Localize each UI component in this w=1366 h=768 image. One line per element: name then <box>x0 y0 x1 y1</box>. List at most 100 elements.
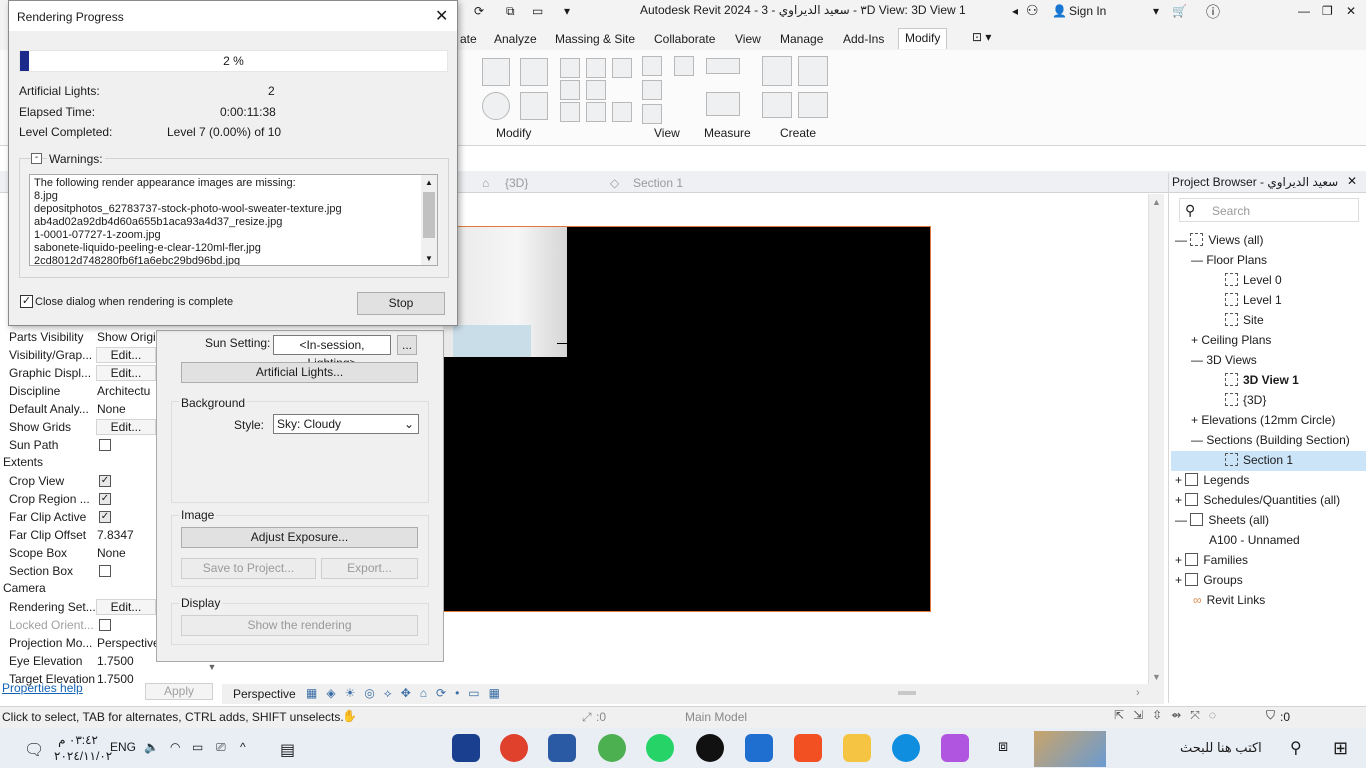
copilot-icon[interactable] <box>941 734 969 762</box>
tree-groups[interactable]: + Groups <box>1175 573 1243 587</box>
warnings-scrollbar[interactable]: ▲ ▼ <box>421 175 437 265</box>
taskbar-search-icon[interactable]: ⚲ <box>1290 738 1302 758</box>
dialog-close-button[interactable]: ✕ <box>435 6 448 26</box>
file-explorer-icon[interactable] <box>843 734 871 762</box>
close-browser-icon[interactable]: ✕ <box>1347 174 1357 188</box>
chrome-icon[interactable] <box>500 734 528 762</box>
property-value[interactable]: Architectu <box>97 384 150 398</box>
minimize-button[interactable]: — <box>1298 4 1310 18</box>
horizontal-scroll-thumb[interactable] <box>898 691 916 695</box>
collapse-warnings-icon[interactable]: - <box>31 153 42 164</box>
tree-3d-views[interactable]: — 3D Views <box>1191 353 1257 367</box>
tree-families[interactable]: + Families <box>1175 553 1248 567</box>
property-checkbox[interactable] <box>99 619 111 631</box>
close-window-button[interactable]: ✕ <box>1346 4 1356 18</box>
linework-icon[interactable] <box>642 80 662 100</box>
browser-search-input[interactable]: ⚲ Search <box>1179 198 1359 222</box>
notification-icon[interactable]: ▤ <box>280 740 295 760</box>
property-category[interactable]: Extents <box>3 455 43 469</box>
tree-legends[interactable]: + Legends <box>1175 473 1249 487</box>
edit-button[interactable]: Edit... <box>96 419 156 435</box>
chevron-down-icon[interactable]: ▾ <box>1153 4 1159 18</box>
wifi-icon[interactable]: ◠ <box>170 740 180 754</box>
tree-ceiling-plans[interactable]: + Ceiling Plans <box>1191 333 1271 347</box>
workset-icon[interactable]: ⤢ <box>582 710 592 725</box>
tree-revit-links[interactable]: ∞ Revit Links <box>1193 593 1265 607</box>
sun-setting-more-button[interactable]: ... <box>397 335 417 355</box>
tab-collaborate[interactable]: Collaborate <box>654 32 715 46</box>
sun-setting-field[interactable]: <In-session, Lighting> <box>273 335 391 370</box>
measure-icon[interactable] <box>706 58 740 74</box>
array-icon[interactable] <box>586 80 606 100</box>
design-option-label[interactable]: Main Model <box>685 710 747 724</box>
tree-site[interactable]: Site <box>1225 313 1264 327</box>
tab-modify[interactable]: Modify <box>898 28 948 49</box>
scale-icon[interactable] <box>560 102 580 122</box>
app-icon[interactable] <box>548 734 576 762</box>
tree-3d-view-1[interactable]: 3D View 1 <box>1225 373 1299 387</box>
user-icon[interactable]: 👤 <box>1052 4 1067 18</box>
scroll-down-icon[interactable]: ▼ <box>1152 672 1161 682</box>
language-indicator[interactable]: ENG <box>110 740 136 754</box>
props-scroll-down-icon[interactable]: ▼ <box>204 662 220 680</box>
stop-button[interactable]: Stop <box>357 292 445 315</box>
create-part-icon[interactable] <box>762 56 792 86</box>
close-when-complete-checkbox[interactable]: ✓ <box>20 295 33 308</box>
apply-button[interactable]: Apply <box>145 683 213 700</box>
save-to-project-button[interactable]: Save to Project... <box>181 558 316 579</box>
tree-section-1[interactable]: Section 1 <box>1225 453 1293 467</box>
pin-icon[interactable] <box>612 58 632 78</box>
style-select[interactable]: Sky: Cloudy ⌄ <box>273 414 419 434</box>
tree-3d[interactable]: {3D} <box>1225 393 1266 407</box>
paint-icon[interactable] <box>642 56 662 76</box>
sign-in-link[interactable]: Sign In <box>1069 4 1106 18</box>
tree-elevations[interactable]: + Elevations (12mm Circle) <box>1191 413 1335 427</box>
tab-view[interactable]: View <box>735 32 761 46</box>
warnings-list[interactable]: The following render appearance images a… <box>29 174 438 266</box>
artificial-lights-button[interactable]: Artificial Lights... <box>181 362 418 383</box>
tree-floor-plans[interactable]: — Floor Plans <box>1191 253 1267 267</box>
property-checkbox[interactable]: ✓ <box>99 493 111 505</box>
view-control-icons[interactable]: ▦◈☀◎⟡✥⌂⟳•▭▦ <box>306 686 509 701</box>
property-checkbox[interactable] <box>99 439 111 451</box>
scroll-up-icon[interactable]: ▲ <box>1152 197 1161 207</box>
show-rendering-button[interactable]: Show the rendering <box>181 615 418 636</box>
tree-schedules[interactable]: + Schedules/Quantities (all) <box>1175 493 1340 507</box>
clock-date[interactable]: ٢٠٢٤/١١/٠٢ <box>54 749 112 763</box>
create-assembly-icon[interactable] <box>798 56 828 86</box>
tiktok-icon[interactable] <box>696 734 724 762</box>
property-value[interactable]: 1.7500 <box>97 672 134 686</box>
tree-level-1[interactable]: Level 1 <box>1225 293 1282 307</box>
edge-icon[interactable] <box>892 734 920 762</box>
selection-filter-icons[interactable]: ⇱⇲⇳⇴⤧◌ <box>1114 708 1225 723</box>
tab-manage[interactable]: Manage <box>780 32 823 46</box>
binoculars-icon[interactable]: ⚇ <box>1026 2 1039 19</box>
property-checkbox[interactable] <box>99 565 111 577</box>
scroll-down-icon[interactable]: ▼ <box>425 252 433 265</box>
delete-icon[interactable] <box>612 102 632 122</box>
tree-a100[interactable]: A100 - Unnamed <box>1209 533 1300 547</box>
tree-sheets[interactable]: — Sheets (all) <box>1175 513 1269 527</box>
property-value[interactable]: None <box>97 402 126 416</box>
taskbar-search-box[interactable]: اكتب هنا للبحث <box>1180 740 1262 756</box>
tab-create[interactable]: ate <box>460 32 477 46</box>
weather-widget[interactable] <box>1034 731 1106 767</box>
split-icon[interactable] <box>586 102 606 122</box>
adjust-exposure-button[interactable]: Adjust Exposure... <box>181 527 418 548</box>
tab-add-ins[interactable]: Add-Ins <box>843 32 884 46</box>
window-icon[interactable]: ▭ <box>532 4 543 18</box>
property-value[interactable]: 7.8347 <box>97 528 134 542</box>
tree-level-0[interactable]: Level 0 <box>1225 273 1282 287</box>
property-value[interactable]: None <box>97 546 126 560</box>
create-group-icon[interactable] <box>762 92 792 118</box>
sync-icon[interactable]: ⟳ <box>474 4 484 18</box>
move-icon[interactable] <box>586 58 606 78</box>
align-icon[interactable] <box>482 58 510 86</box>
trim-icon[interactable] <box>520 92 548 120</box>
view-cube-icon[interactable] <box>674 56 694 76</box>
chat-icon[interactable]: 🗨 <box>24 740 44 760</box>
restore-button[interactable]: ❐ <box>1322 4 1333 18</box>
filter-icon[interactable]: ⛉ <box>1266 708 1275 723</box>
store-icon[interactable] <box>794 734 822 762</box>
camera-icon[interactable]: ⎚ <box>216 740 226 755</box>
